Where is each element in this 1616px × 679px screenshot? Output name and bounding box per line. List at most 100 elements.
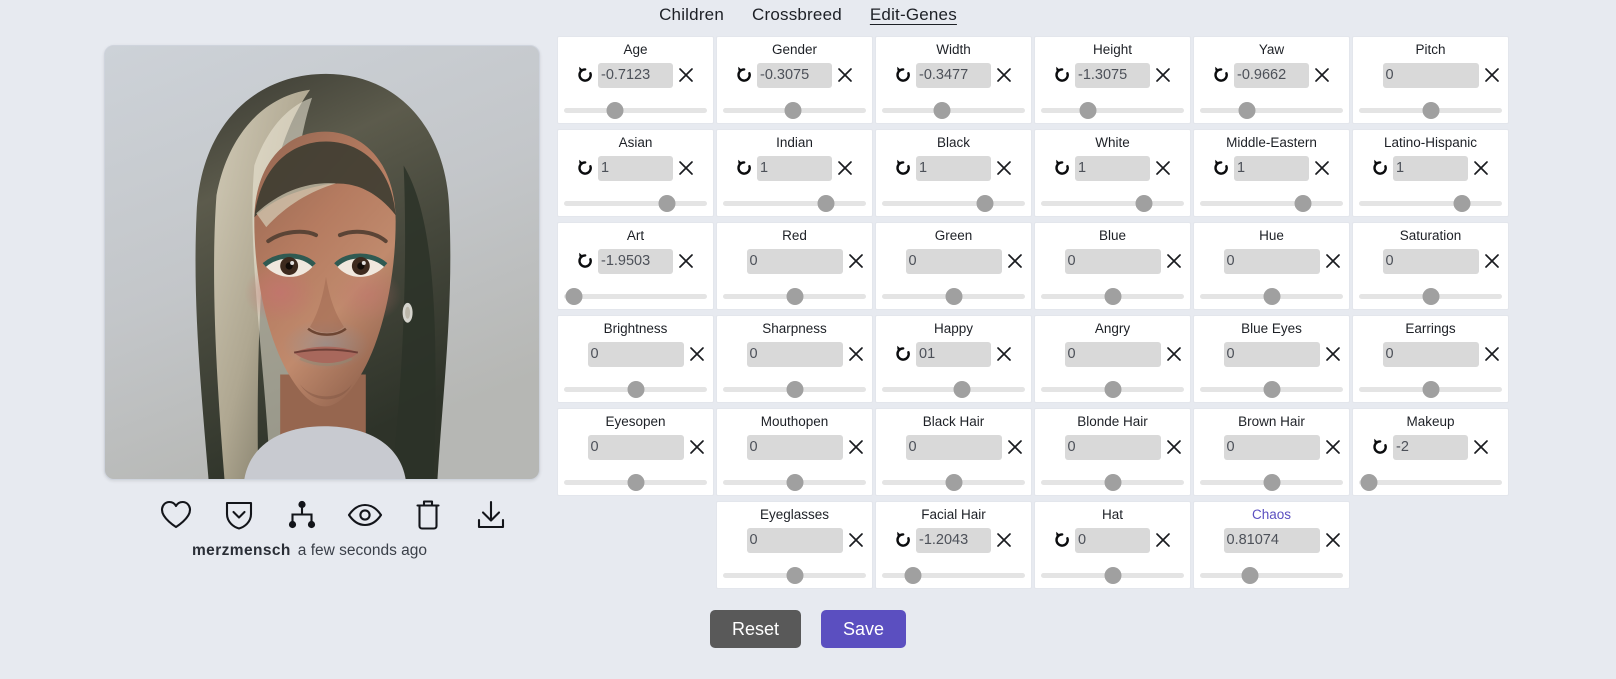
gene-value-input-blue-eyes[interactable]	[1223, 341, 1320, 367]
trash-icon[interactable]	[396, 494, 459, 536]
slider-thumb[interactable]	[786, 288, 803, 305]
gene-slider-eyesopen[interactable]	[564, 473, 707, 491]
slider-thumb[interactable]	[1135, 195, 1153, 212]
gene-value-input-earrings[interactable]	[1382, 341, 1479, 367]
clear-icon-brown-hair[interactable]	[1323, 437, 1343, 457]
heart-icon[interactable]	[144, 494, 207, 536]
gene-slider-blue-eyes[interactable]	[1200, 380, 1343, 398]
gene-slider-earrings[interactable]	[1359, 380, 1502, 398]
slider-thumb[interactable]	[904, 567, 922, 584]
nav-item-crossbreed[interactable]: Crossbreed	[751, 3, 843, 27]
gene-slider-brightness[interactable]	[564, 380, 707, 398]
clear-icon-black-hair[interactable]	[1005, 437, 1025, 457]
gene-value-input-asian[interactable]	[598, 155, 673, 181]
clear-icon-width[interactable]	[994, 65, 1014, 85]
clear-icon-yaw[interactable]	[1312, 65, 1332, 85]
slider-thumb[interactable]	[786, 474, 803, 491]
slider-thumb[interactable]	[786, 567, 803, 584]
slider-thumb[interactable]	[1422, 288, 1439, 305]
slider-thumb[interactable]	[1104, 474, 1121, 491]
gene-value-input-brown-hair[interactable]	[1223, 434, 1320, 460]
clear-icon-facial-hair[interactable]	[994, 530, 1014, 550]
gene-value-input-black[interactable]	[916, 155, 991, 181]
gene-value-input-mouthopen[interactable]	[746, 434, 843, 460]
gene-value-input-height[interactable]	[1075, 62, 1150, 88]
gene-slider-chaos[interactable]	[1200, 566, 1343, 584]
clear-icon-sharpness[interactable]	[846, 344, 866, 364]
gene-slider-width[interactable]	[882, 101, 1025, 119]
gene-slider-facial-hair[interactable]	[882, 566, 1025, 584]
gene-value-input-facial-hair[interactable]	[916, 527, 991, 553]
gene-slider-art[interactable]	[564, 287, 707, 305]
reset-icon-white[interactable]	[1052, 158, 1072, 178]
slider-thumb[interactable]	[1422, 102, 1439, 119]
slider-thumb[interactable]	[606, 102, 624, 119]
gene-slider-blue[interactable]	[1041, 287, 1184, 305]
reset-icon-black[interactable]	[893, 158, 913, 178]
gene-slider-angry[interactable]	[1041, 380, 1184, 398]
slider-thumb[interactable]	[976, 195, 994, 212]
gene-value-input-width[interactable]	[916, 62, 991, 88]
reset-icon-gender[interactable]	[734, 65, 754, 85]
gene-slider-white[interactable]	[1041, 194, 1184, 212]
gene-value-input-hue[interactable]	[1223, 248, 1320, 274]
gene-value-input-gender[interactable]	[757, 62, 832, 88]
gene-value-input-sharpness[interactable]	[746, 341, 843, 367]
reset-button[interactable]: Reset	[709, 610, 801, 648]
reset-icon-middle-eastern[interactable]	[1211, 158, 1231, 178]
slider-thumb[interactable]	[1422, 381, 1439, 398]
gene-value-input-eyesopen[interactable]	[587, 434, 684, 460]
slider-thumb[interactable]	[1263, 474, 1280, 491]
family-tree-icon[interactable]	[270, 494, 333, 536]
gene-value-input-brightness[interactable]	[587, 341, 684, 367]
slider-thumb[interactable]	[786, 381, 803, 398]
clear-icon-chaos[interactable]	[1323, 530, 1343, 550]
gene-slider-green[interactable]	[882, 287, 1025, 305]
slider-thumb[interactable]	[1294, 195, 1312, 212]
gene-value-input-green[interactable]	[905, 248, 1002, 274]
slider-thumb[interactable]	[1263, 288, 1280, 305]
clear-icon-eyeglasses[interactable]	[846, 530, 866, 550]
clear-icon-gender[interactable]	[835, 65, 855, 85]
slider-thumb[interactable]	[817, 195, 835, 212]
clear-icon-middle-eastern[interactable]	[1312, 158, 1332, 178]
reset-icon-yaw[interactable]	[1211, 65, 1231, 85]
clear-icon-red[interactable]	[846, 251, 866, 271]
gene-value-input-white[interactable]	[1075, 155, 1150, 181]
clear-icon-mouthopen[interactable]	[846, 437, 866, 457]
gene-value-input-happy[interactable]	[916, 341, 991, 367]
gene-slider-gender[interactable]	[723, 101, 866, 119]
gene-slider-blonde-hair[interactable]	[1041, 473, 1184, 491]
gene-slider-asian[interactable]	[564, 194, 707, 212]
download-icon[interactable]	[459, 494, 522, 536]
clear-icon-blue-eyes[interactable]	[1323, 344, 1343, 364]
gene-value-input-saturation[interactable]	[1382, 248, 1479, 274]
reset-icon-happy[interactable]	[893, 344, 913, 364]
gene-slider-saturation[interactable]	[1359, 287, 1502, 305]
portrait-image[interactable]	[104, 45, 540, 480]
gene-value-input-indian[interactable]	[757, 155, 832, 181]
gene-slider-black-hair[interactable]	[882, 473, 1025, 491]
clear-icon-happy[interactable]	[994, 344, 1014, 364]
gene-value-input-pitch[interactable]	[1382, 62, 1479, 88]
reset-icon-hat[interactable]	[1052, 530, 1072, 550]
slider-thumb[interactable]	[1079, 102, 1097, 119]
gene-value-input-eyeglasses[interactable]	[746, 527, 843, 553]
gene-slider-age[interactable]	[564, 101, 707, 119]
slider-thumb[interactable]	[1104, 288, 1121, 305]
clear-icon-blue[interactable]	[1164, 251, 1184, 271]
gene-value-input-makeup[interactable]	[1393, 434, 1468, 460]
gene-value-input-yaw[interactable]	[1234, 62, 1309, 88]
gene-slider-pitch[interactable]	[1359, 101, 1502, 119]
clear-icon-height[interactable]	[1153, 65, 1173, 85]
gene-value-input-hat[interactable]	[1075, 527, 1150, 553]
gene-slider-makeup[interactable]	[1359, 473, 1502, 491]
clear-icon-earrings[interactable]	[1482, 344, 1502, 364]
slider-thumb[interactable]	[627, 474, 644, 491]
slider-thumb[interactable]	[945, 474, 962, 491]
reset-icon-facial-hair[interactable]	[893, 530, 913, 550]
gene-value-input-latino-hispanic[interactable]	[1393, 155, 1468, 181]
gene-slider-sharpness[interactable]	[723, 380, 866, 398]
clear-icon-saturation[interactable]	[1482, 251, 1502, 271]
gene-slider-mouthopen[interactable]	[723, 473, 866, 491]
